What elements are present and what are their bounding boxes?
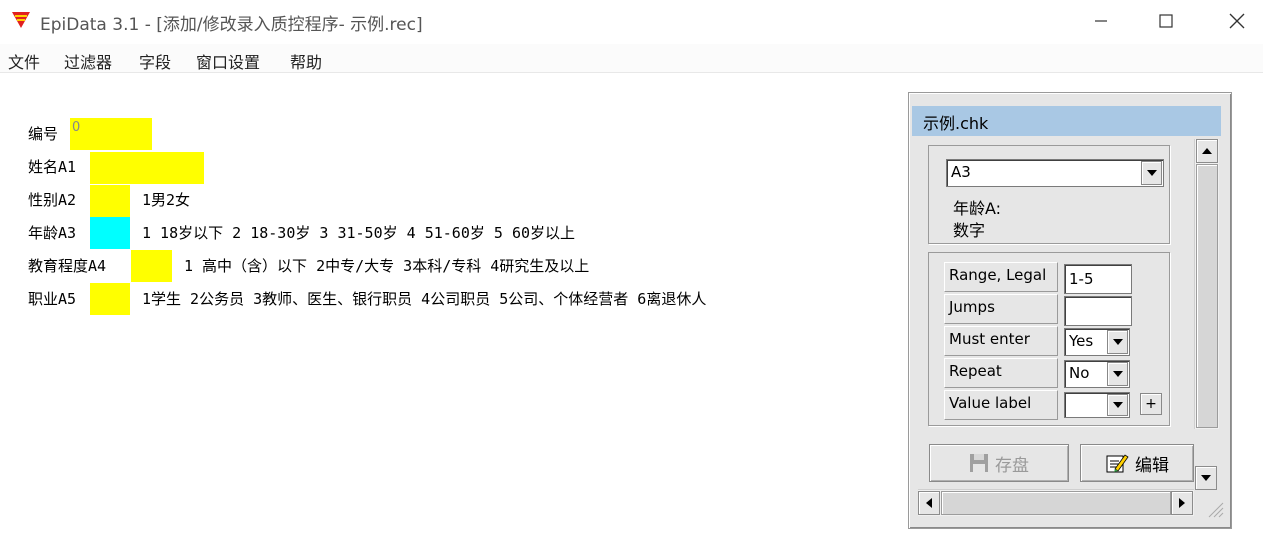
value-label-dropdown-button[interactable] (1107, 394, 1128, 416)
chevron-down-icon (1112, 402, 1123, 408)
epidata-app-icon (12, 12, 30, 28)
maximize-button[interactable] (1143, 0, 1189, 42)
field-label-a2: 性别A2 (28, 191, 77, 209)
range-legal-input[interactable]: 1-5 (1064, 264, 1132, 294)
maximize-icon (1159, 14, 1173, 28)
arrow-right-icon (1179, 498, 1185, 508)
field-label-a1: 姓名A1 (28, 158, 77, 176)
repeat-value: No (1069, 364, 1090, 382)
repeat-select[interactable]: No (1064, 360, 1130, 388)
range-legal-value: 1-5 (1069, 270, 1094, 288)
check-panel-horizontal-scrollbar[interactable] (918, 489, 1194, 516)
field-input-a3[interactable] (90, 217, 130, 249)
field-type-text: 数字 (953, 221, 986, 240)
close-icon (1229, 13, 1245, 29)
prop-label-range: Range, Legal (944, 262, 1058, 292)
scroll-right-button[interactable] (1171, 491, 1193, 515)
scroll-thumb[interactable] (1196, 164, 1218, 428)
menu-field[interactable]: 字段 (139, 49, 171, 73)
field-label-a5: 职业A5 (28, 290, 77, 308)
chevron-down-icon (1112, 371, 1123, 377)
must-enter-value: Yes (1069, 332, 1094, 350)
scroll-down-button[interactable] (1195, 466, 1217, 490)
field-input-id[interactable]: 0 (70, 118, 152, 150)
resize-grip-icon[interactable] (1203, 497, 1225, 519)
arrow-left-icon (926, 498, 932, 508)
scroll-up-button[interactable] (1196, 139, 1218, 163)
check-panel-vertical-scrollbar[interactable] (1194, 139, 1219, 429)
field-input-a2[interactable] (90, 185, 130, 217)
floppy-disk-icon (970, 454, 988, 472)
close-button[interactable] (1214, 0, 1260, 42)
edit-pencil-icon (1106, 454, 1129, 473)
check-panel-title-bar[interactable]: 示例.chk (912, 106, 1221, 136)
minimize-icon (1095, 20, 1107, 22)
menu-divider (0, 72, 1263, 73)
edit-button-label: 编辑 (1135, 455, 1169, 476)
minimize-button[interactable] (1078, 0, 1124, 42)
prop-label-value-label: Value label (944, 390, 1058, 420)
value-label-select[interactable] (1064, 392, 1130, 418)
field-desc-a3: 1 18岁以下 2 18-30岁 3 31-50岁 4 51-60岁 5 60岁… (142, 224, 576, 242)
field-label-text: 年龄A: (953, 199, 1002, 218)
save-button-label: 存盘 (995, 455, 1029, 476)
arrow-up-icon (1202, 148, 1212, 154)
field-desc-a5: 1学生 2公务员 3教师、医生、银行职员 4公司职员 5公司、个体经营者 6离退… (142, 290, 707, 308)
menu-filter[interactable]: 过滤器 (64, 49, 112, 73)
field-select-dropdown-button[interactable] (1141, 161, 1162, 185)
prop-label-repeat: Repeat (944, 358, 1058, 388)
add-value-label-button[interactable]: + (1140, 393, 1162, 415)
field-label-id: 编号 (28, 125, 59, 143)
field-select[interactable]: A3 (946, 159, 1164, 187)
prop-label-must-enter: Must enter (944, 326, 1058, 356)
field-desc-a4: 1 高中（含）以下 2中专/大专 3本科/专科 4研究生及以上 (184, 257, 590, 275)
field-input-a1[interactable] (90, 152, 204, 184)
menu-bar: 文件 过滤器 字段 窗口设置 帮助 (0, 44, 1263, 72)
jumps-input[interactable] (1064, 296, 1132, 326)
field-label-a4: 教育程度A4 (28, 257, 107, 275)
field-input-a5[interactable] (90, 283, 130, 315)
menu-help[interactable]: 帮助 (290, 49, 322, 73)
chevron-down-icon (1112, 339, 1123, 345)
chevron-down-icon (1146, 170, 1157, 176)
menu-file[interactable]: 文件 (8, 49, 40, 73)
edit-button[interactable]: 编辑 (1080, 444, 1194, 482)
menu-window[interactable]: 窗口设置 (196, 49, 260, 73)
scroll-left-button[interactable] (918, 491, 940, 515)
must-enter-select[interactable]: Yes (1064, 328, 1130, 356)
check-panel-title: 示例.chk (923, 114, 989, 133)
save-button[interactable]: 存盘 (929, 444, 1069, 482)
field-desc-a2: 1男2女 (142, 191, 191, 209)
window-title: EpiData 3.1 - [添加/修改录入质控程序- 示例.rec] (40, 15, 423, 35)
prop-label-jumps: Jumps (944, 294, 1058, 324)
field-input-a4[interactable] (131, 250, 172, 282)
title-bar: EpiData 3.1 - [添加/修改录入质控程序- 示例.rec] (0, 0, 1263, 42)
repeat-dropdown-button[interactable] (1107, 362, 1128, 386)
arrow-down-icon (1201, 475, 1211, 481)
must-enter-dropdown-button[interactable] (1107, 330, 1128, 354)
field-select-value: A3 (951, 163, 971, 181)
hscroll-thumb[interactable] (941, 491, 1171, 515)
field-value-id: 0 (72, 120, 81, 135)
field-label-a3: 年龄A3 (28, 224, 77, 242)
